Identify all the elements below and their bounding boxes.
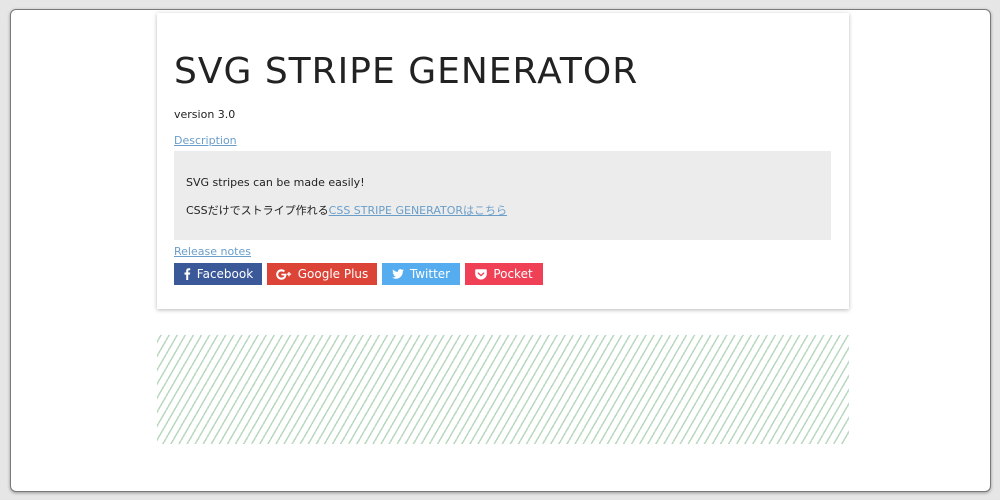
google-plus-share-button[interactable]: Google Plus xyxy=(267,263,377,285)
css-generator-note: CSSだけでストライプ作れるCSS STRIPE GENERATORはこちら xyxy=(186,202,507,218)
pocket-label: Pocket xyxy=(493,267,533,281)
twitter-share-button[interactable]: Twitter xyxy=(382,263,460,285)
pocket-share-button[interactable]: Pocket xyxy=(465,263,543,285)
google-plus-label: Google Plus xyxy=(297,267,369,281)
header-card: SVG STRIPE GENERATOR version 3.0 Descrip… xyxy=(157,13,849,309)
description-text: SVG stripes can be made easily! xyxy=(186,176,365,189)
twitter-icon xyxy=(391,269,404,279)
release-notes-link[interactable]: Release notes xyxy=(174,245,251,258)
description-panel: SVG stripes can be made easily! CSSだけでスト… xyxy=(174,151,831,240)
css-generator-note-text: CSSだけでストライプ作れる xyxy=(186,204,329,217)
browser-window: SVG STRIPE GENERATOR version 3.0 Descrip… xyxy=(10,9,991,492)
stripe-preview xyxy=(157,335,849,444)
page-title: SVG STRIPE GENERATOR xyxy=(174,51,639,92)
facebook-share-button[interactable]: Facebook xyxy=(174,263,262,285)
facebook-label: Facebook xyxy=(196,267,254,281)
google-plus-icon xyxy=(275,268,292,280)
css-stripe-generator-link[interactable]: CSS STRIPE GENERATORはこちら xyxy=(329,204,507,217)
description-link[interactable]: Description xyxy=(174,134,237,147)
version-label: version 3.0 xyxy=(174,108,236,121)
twitter-label: Twitter xyxy=(409,267,451,281)
facebook-icon xyxy=(183,268,191,280)
pocket-icon xyxy=(475,268,488,280)
